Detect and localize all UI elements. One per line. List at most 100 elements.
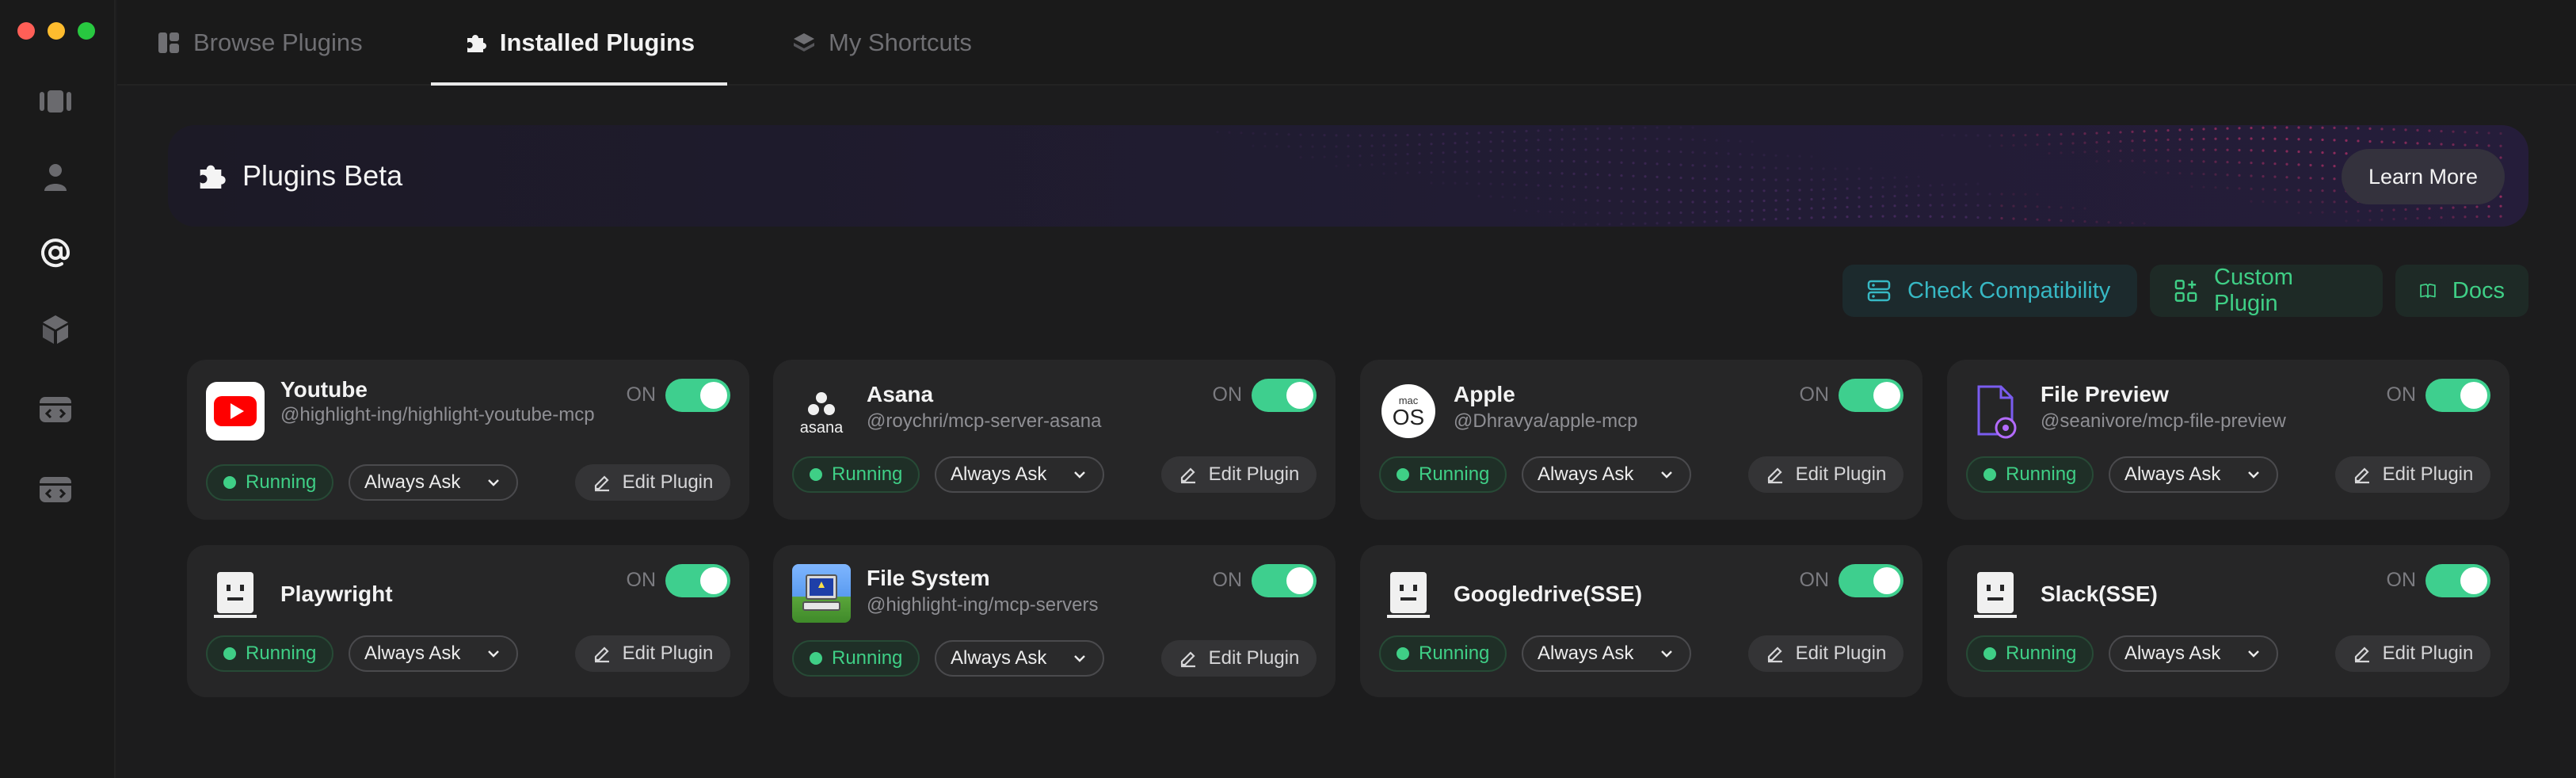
banner-dot xyxy=(1608,137,1611,140)
tab-browse-plugins[interactable]: Browse Plugins xyxy=(157,0,363,86)
plugin-name: File Preview xyxy=(2041,382,2169,406)
banner-dot xyxy=(1370,134,1374,137)
learn-more-button[interactable]: Learn More xyxy=(2342,149,2505,204)
zoom-window-button[interactable] xyxy=(78,22,95,40)
permission-select[interactable]: Always Ask xyxy=(935,640,1104,677)
banner-dot xyxy=(2333,139,2336,142)
banner-dot xyxy=(2428,207,2431,210)
banner-dot xyxy=(1394,134,1397,137)
close-window-button[interactable] xyxy=(17,22,35,40)
banner-dot xyxy=(1501,149,1504,152)
banner-dot xyxy=(2214,127,2217,131)
banner-dot xyxy=(1454,142,1457,145)
permission-value: Always Ask xyxy=(951,463,1047,485)
banner-dot xyxy=(2250,200,2253,203)
tab-my-shortcuts[interactable]: My Shortcuts xyxy=(792,0,972,86)
plugins-beta-banner: Plugins Beta Learn More xyxy=(168,125,2528,227)
edit-plugin-button[interactable]: Edit Plugin xyxy=(1161,456,1317,493)
banner-dot xyxy=(2214,160,2217,163)
banner-dot xyxy=(1786,198,1789,202)
banner-dot xyxy=(1656,150,1659,153)
banner-dot xyxy=(2250,187,2253,190)
edit-plugin-button[interactable]: Edit Plugin xyxy=(1161,640,1317,677)
docs-button[interactable]: Docs xyxy=(2395,265,2528,317)
permission-select[interactable]: Always Ask xyxy=(2109,456,2278,493)
permission-select[interactable]: Always Ask xyxy=(349,464,518,501)
permission-select[interactable]: Always Ask xyxy=(1522,456,1691,493)
banner-dot xyxy=(1489,150,1492,153)
plugin-enable-toggle[interactable] xyxy=(665,564,730,597)
rail-highlight-button[interactable] xyxy=(36,82,75,121)
status-badge: Running xyxy=(1966,456,2094,493)
banner-dot xyxy=(1513,139,1516,143)
status-badge: Running xyxy=(792,456,920,493)
banner-dot xyxy=(1263,132,1267,135)
check-compatibility-button[interactable]: Check Compatibility xyxy=(1842,265,2137,317)
plugin-enable-toggle[interactable] xyxy=(1839,379,1903,412)
permission-select[interactable]: Always Ask xyxy=(2109,635,2278,672)
edit-plugin-button[interactable]: Edit Plugin xyxy=(575,635,730,672)
rail-code-button[interactable] xyxy=(36,390,75,429)
status-dot xyxy=(1983,468,1996,481)
banner-dot xyxy=(2285,137,2288,141)
banner-dot xyxy=(1418,143,1421,146)
permission-select[interactable]: Always Ask xyxy=(1522,635,1691,672)
banner-dot xyxy=(2345,127,2348,130)
banner-dot xyxy=(2214,186,2217,189)
banner-dot xyxy=(1679,200,1682,204)
banner-dot xyxy=(1869,177,1873,180)
plugin-enable-toggle[interactable] xyxy=(1839,564,1903,597)
edit-plugin-button[interactable]: Edit Plugin xyxy=(1748,635,1903,672)
custom-plugin-button[interactable]: Custom Plugin xyxy=(2150,265,2383,317)
edit-plugin-button[interactable]: Edit Plugin xyxy=(2335,456,2490,493)
banner-dot xyxy=(1810,178,1813,181)
banner-dot xyxy=(2285,150,2288,153)
banner-dot xyxy=(2012,204,2015,208)
edit-plugin-button[interactable]: Edit Plugin xyxy=(1748,456,1903,493)
rail-code-button-2[interactable] xyxy=(36,470,75,509)
rail-plugins-button[interactable] xyxy=(36,310,75,349)
tab-installed-plugins[interactable]: Installed Plugins xyxy=(431,0,727,86)
banner-dot xyxy=(1465,170,1469,174)
edit-plugin-button[interactable]: Edit Plugin xyxy=(575,464,730,501)
banner-dot xyxy=(2475,205,2479,208)
plugin-enable-toggle[interactable] xyxy=(2425,564,2490,597)
banner-dot xyxy=(1489,170,1492,174)
permission-select[interactable]: Always Ask xyxy=(349,635,518,672)
banner-dot xyxy=(2464,215,2467,219)
robot-face-icon xyxy=(1379,564,1438,623)
banner-dot xyxy=(1477,132,1480,135)
minimize-window-button[interactable] xyxy=(48,22,65,40)
banner-dot xyxy=(1335,145,1338,148)
status-dot xyxy=(810,468,822,481)
banner-dot xyxy=(2309,151,2312,154)
plugin-enable-toggle[interactable] xyxy=(665,379,730,412)
banner-dot xyxy=(2262,149,2265,152)
permission-select[interactable]: Always Ask xyxy=(935,456,1104,493)
banner-dot xyxy=(1632,174,1635,177)
banner-dot xyxy=(2392,128,2395,131)
banner-dot xyxy=(1299,145,1302,148)
banner-dot xyxy=(1442,142,1445,145)
banner-dot xyxy=(1489,195,1492,198)
edit-plugin-button[interactable]: Edit Plugin xyxy=(2335,635,2490,672)
banner-dot xyxy=(1572,185,1576,189)
chevron-down-icon xyxy=(2248,471,2259,479)
banner-dot xyxy=(1644,149,1647,152)
banner-dot xyxy=(2214,137,2217,140)
plugin-enable-toggle[interactable] xyxy=(1252,379,1317,412)
chevron-down-icon xyxy=(1661,471,1672,479)
rail-profile-button[interactable] xyxy=(36,157,75,196)
banner-dot xyxy=(1608,174,1611,177)
banner-dot xyxy=(2345,210,2348,213)
banner-dot xyxy=(1822,178,1825,181)
banner-dot xyxy=(1798,216,1801,219)
banner-dot xyxy=(1810,216,1813,219)
plugin-enable-toggle[interactable] xyxy=(1252,564,1317,597)
rail-mentions-button[interactable] xyxy=(36,233,75,273)
banner-dot xyxy=(1335,164,1338,168)
status-dot xyxy=(1397,647,1409,660)
banner-dot xyxy=(1442,132,1445,135)
banner-dot xyxy=(1798,189,1801,192)
plugin-enable-toggle[interactable] xyxy=(2425,379,2490,412)
